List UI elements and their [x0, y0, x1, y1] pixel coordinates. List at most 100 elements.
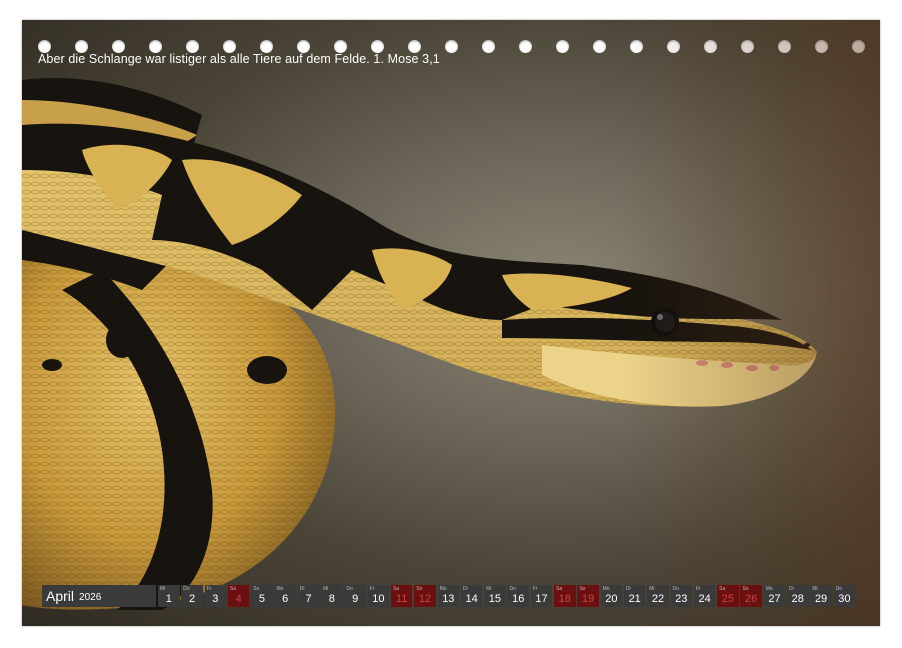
day-cell: Di 14: [460, 585, 483, 607]
day-number: 12: [418, 593, 432, 605]
weekday-label: So: [253, 586, 260, 592]
day-cell: So 12: [414, 585, 436, 607]
day-number: 14: [465, 593, 478, 605]
day-number: 7: [305, 593, 312, 605]
day-cell: Sa 4: [227, 585, 250, 607]
weekday-label: Mi: [160, 586, 166, 592]
day-cell: Mi 1: [158, 585, 180, 607]
weekday-label: Mo: [276, 586, 284, 592]
caption: Aber die Schlange war listiger als alle …: [38, 52, 440, 66]
day-cell: Fr 10: [367, 585, 390, 607]
binding-hole: [741, 40, 754, 53]
weekday-label: Do: [835, 586, 843, 592]
day-cell: Di 28: [787, 585, 809, 607]
day-cells: Mi 1 Do 2 Fr 3 Sa 4 So 5 Mo 6 Di 7 Mi 8 Do 9 Fr 10 Sa 11 So 12 M…: [158, 585, 857, 607]
day-cell: Di 7: [297, 585, 320, 607]
day-cell: Mi 22: [647, 585, 669, 607]
weekday-label: Mo: [602, 586, 610, 592]
day-cell: So 19: [577, 585, 599, 607]
weekday-label: Di: [625, 586, 631, 592]
day-cell: Mo 27: [763, 585, 786, 607]
weekday-label: Fr: [206, 586, 212, 592]
weekday-label: Di: [789, 586, 794, 592]
day-cell: Fr 3: [204, 585, 227, 607]
weekday-label: Do: [183, 586, 190, 592]
weekday-label: Fr: [695, 586, 701, 592]
day-number: 11: [396, 593, 408, 605]
weekday-label: So: [416, 586, 423, 592]
day-number: 19: [581, 593, 595, 605]
weekday-label: Do: [509, 586, 516, 592]
month-year: 2026: [79, 591, 102, 603]
binding-hole: [445, 40, 458, 53]
day-number: 15: [488, 593, 502, 605]
day-number: 1: [165, 593, 172, 605]
day-number: 23: [675, 593, 688, 605]
day-cell: Fr 17: [530, 585, 553, 607]
day-cell: Di 21: [623, 585, 646, 607]
weekday-label: Sa: [392, 586, 400, 592]
weekday-label: Do: [672, 586, 679, 592]
day-number: 28: [791, 593, 804, 605]
weekday-label: Di: [299, 586, 305, 592]
binding-hole: [704, 40, 717, 53]
weekday-label: Sa: [719, 586, 726, 592]
day-cell: Mi 8: [321, 585, 343, 607]
day-number: 5: [258, 593, 265, 605]
day-cell: Do 2: [181, 585, 203, 607]
day-cell: Fr 24: [693, 585, 716, 607]
day-cell: Mo 13: [437, 585, 460, 607]
binding-hole: [778, 40, 791, 53]
weekday-label: Sa: [229, 586, 237, 592]
weekday-label: Mo: [439, 586, 447, 592]
day-cell: Mo 6: [274, 585, 296, 607]
weekday-label: Fr: [369, 586, 375, 592]
day-number: 17: [535, 593, 548, 605]
month-cell: April 2026: [42, 585, 156, 607]
day-number: 10: [372, 593, 385, 605]
weekday-label: Do: [346, 586, 353, 592]
day-cell: Mi 15: [484, 585, 506, 607]
binding-hole: [630, 40, 643, 53]
binding-hole: [519, 40, 532, 53]
day-number: 4: [235, 593, 242, 605]
day-number: 24: [698, 593, 711, 605]
binding-hole: [556, 40, 569, 53]
day-number: 27: [768, 593, 781, 605]
day-number: 3: [212, 593, 219, 605]
calendar-strip: April 2026 Mi 1 Do 2 Fr 3 Sa 4 So 5 Mo 6 Di 7 Mi 8 Do 9 Fr…: [42, 585, 857, 607]
binding-hole: [667, 40, 680, 53]
weekday-label: Fr: [532, 586, 538, 592]
day-cell: Do 16: [507, 585, 529, 607]
binding-hole: [593, 40, 606, 53]
day-number: 2: [188, 593, 196, 605]
day-cell: Do 30: [833, 585, 856, 607]
day-number: 18: [558, 593, 571, 605]
ball-python-photo: [22, 78, 817, 610]
day-number: 13: [442, 593, 455, 605]
day-cell: So 5: [251, 585, 273, 607]
day-number: 9: [352, 593, 359, 605]
weekday-label: Sa: [556, 586, 563, 592]
day-number: 26: [745, 593, 758, 605]
day-number: 25: [721, 593, 734, 605]
day-cell: Sa 18: [554, 585, 576, 607]
weekday-label: Mi: [812, 586, 818, 592]
day-number: 8: [328, 593, 335, 605]
day-number: 30: [838, 593, 851, 605]
day-number: 29: [814, 593, 828, 605]
day-cell: Do 9: [344, 585, 366, 607]
day-cell: Mi 29: [810, 585, 832, 607]
binding-hole: [852, 40, 865, 53]
weekday-label: So: [579, 586, 586, 592]
day-number: 22: [651, 593, 665, 605]
day-number: 20: [605, 593, 618, 605]
day-cell: Mo 20: [600, 585, 623, 607]
binding-hole: [482, 40, 495, 53]
binding-hole: [815, 40, 828, 53]
weekday-label: Mo: [765, 586, 773, 592]
weekday-label: Di: [462, 586, 468, 592]
day-cell: So 26: [740, 585, 762, 607]
calendar-page: Aber die Schlange war listiger als alle …: [22, 20, 880, 626]
weekday-label: Mi: [649, 586, 655, 592]
